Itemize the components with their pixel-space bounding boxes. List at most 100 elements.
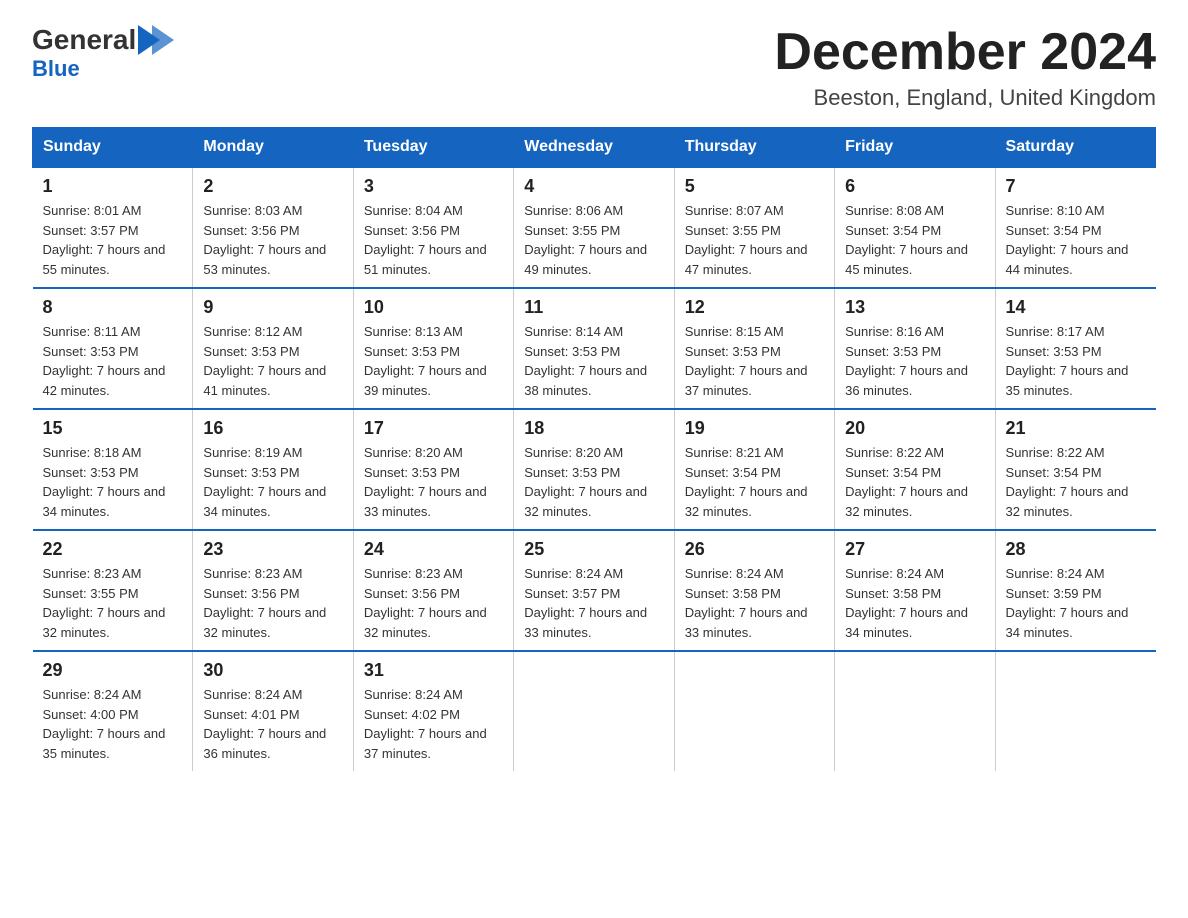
day-number: 24 <box>364 539 503 560</box>
calendar-cell <box>995 651 1155 771</box>
day-number: 1 <box>43 176 183 197</box>
calendar-cell: 15 Sunrise: 8:18 AMSunset: 3:53 PMDaylig… <box>33 409 193 530</box>
weekday-header-sunday: Sunday <box>33 128 193 168</box>
calendar-cell: 26 Sunrise: 8:24 AMSunset: 3:58 PMDaylig… <box>674 530 834 651</box>
calendar-cell <box>674 651 834 771</box>
calendar-cell: 17 Sunrise: 8:20 AMSunset: 3:53 PMDaylig… <box>353 409 513 530</box>
day-info: Sunrise: 8:15 AMSunset: 3:53 PMDaylight:… <box>685 324 808 398</box>
week-row-4: 22 Sunrise: 8:23 AMSunset: 3:55 PMDaylig… <box>33 530 1156 651</box>
day-number: 2 <box>203 176 342 197</box>
week-row-5: 29 Sunrise: 8:24 AMSunset: 4:00 PMDaylig… <box>33 651 1156 771</box>
day-number: 21 <box>1006 418 1146 439</box>
day-info: Sunrise: 8:24 AMSunset: 3:58 PMDaylight:… <box>845 566 968 640</box>
week-row-1: 1 Sunrise: 8:01 AMSunset: 3:57 PMDayligh… <box>33 167 1156 288</box>
day-info: Sunrise: 8:10 AMSunset: 3:54 PMDaylight:… <box>1006 203 1129 277</box>
day-info: Sunrise: 8:21 AMSunset: 3:54 PMDaylight:… <box>685 445 808 519</box>
day-info: Sunrise: 8:17 AMSunset: 3:53 PMDaylight:… <box>1006 324 1129 398</box>
logo-blue-text: Blue <box>32 56 80 82</box>
day-info: Sunrise: 8:22 AMSunset: 3:54 PMDaylight:… <box>1006 445 1129 519</box>
logo-arrow-icon <box>138 25 174 55</box>
calendar-cell: 23 Sunrise: 8:23 AMSunset: 3:56 PMDaylig… <box>193 530 353 651</box>
calendar-cell: 14 Sunrise: 8:17 AMSunset: 3:53 PMDaylig… <box>995 288 1155 409</box>
day-number: 26 <box>685 539 824 560</box>
calendar-cell: 13 Sunrise: 8:16 AMSunset: 3:53 PMDaylig… <box>835 288 995 409</box>
day-number: 22 <box>43 539 183 560</box>
day-number: 20 <box>845 418 984 439</box>
day-info: Sunrise: 8:19 AMSunset: 3:53 PMDaylight:… <box>203 445 326 519</box>
day-info: Sunrise: 8:06 AMSunset: 3:55 PMDaylight:… <box>524 203 647 277</box>
day-number: 14 <box>1006 297 1146 318</box>
calendar-cell: 4 Sunrise: 8:06 AMSunset: 3:55 PMDayligh… <box>514 167 674 288</box>
weekday-header-monday: Monday <box>193 128 353 168</box>
calendar-cell: 19 Sunrise: 8:21 AMSunset: 3:54 PMDaylig… <box>674 409 834 530</box>
day-number: 15 <box>43 418 183 439</box>
day-number: 9 <box>203 297 342 318</box>
calendar-cell: 21 Sunrise: 8:22 AMSunset: 3:54 PMDaylig… <box>995 409 1155 530</box>
day-info: Sunrise: 8:16 AMSunset: 3:53 PMDaylight:… <box>845 324 968 398</box>
weekday-header-thursday: Thursday <box>674 128 834 168</box>
day-info: Sunrise: 8:24 AMSunset: 3:59 PMDaylight:… <box>1006 566 1129 640</box>
weekday-header-row: SundayMondayTuesdayWednesdayThursdayFrid… <box>33 128 1156 168</box>
day-number: 13 <box>845 297 984 318</box>
calendar-cell: 28 Sunrise: 8:24 AMSunset: 3:59 PMDaylig… <box>995 530 1155 651</box>
day-info: Sunrise: 8:13 AMSunset: 3:53 PMDaylight:… <box>364 324 487 398</box>
day-info: Sunrise: 8:01 AMSunset: 3:57 PMDaylight:… <box>43 203 166 277</box>
calendar-cell: 11 Sunrise: 8:14 AMSunset: 3:53 PMDaylig… <box>514 288 674 409</box>
calendar-cell: 6 Sunrise: 8:08 AMSunset: 3:54 PMDayligh… <box>835 167 995 288</box>
calendar-cell: 9 Sunrise: 8:12 AMSunset: 3:53 PMDayligh… <box>193 288 353 409</box>
day-number: 17 <box>364 418 503 439</box>
day-info: Sunrise: 8:23 AMSunset: 3:55 PMDaylight:… <box>43 566 166 640</box>
calendar-cell: 5 Sunrise: 8:07 AMSunset: 3:55 PMDayligh… <box>674 167 834 288</box>
title-block: December 2024 Beeston, England, United K… <box>774 24 1156 111</box>
calendar-cell: 2 Sunrise: 8:03 AMSunset: 3:56 PMDayligh… <box>193 167 353 288</box>
calendar-cell: 12 Sunrise: 8:15 AMSunset: 3:53 PMDaylig… <box>674 288 834 409</box>
calendar-cell: 22 Sunrise: 8:23 AMSunset: 3:55 PMDaylig… <box>33 530 193 651</box>
location-title: Beeston, England, United Kingdom <box>774 85 1156 111</box>
day-info: Sunrise: 8:23 AMSunset: 3:56 PMDaylight:… <box>364 566 487 640</box>
day-number: 3 <box>364 176 503 197</box>
day-number: 11 <box>524 297 663 318</box>
day-info: Sunrise: 8:03 AMSunset: 3:56 PMDaylight:… <box>203 203 326 277</box>
calendar-cell: 29 Sunrise: 8:24 AMSunset: 4:00 PMDaylig… <box>33 651 193 771</box>
day-number: 4 <box>524 176 663 197</box>
day-info: Sunrise: 8:04 AMSunset: 3:56 PMDaylight:… <box>364 203 487 277</box>
day-info: Sunrise: 8:24 AMSunset: 3:57 PMDaylight:… <box>524 566 647 640</box>
calendar-cell: 18 Sunrise: 8:20 AMSunset: 3:53 PMDaylig… <box>514 409 674 530</box>
logo: General Blue <box>32 24 174 82</box>
day-info: Sunrise: 8:20 AMSunset: 3:53 PMDaylight:… <box>524 445 647 519</box>
calendar-cell: 24 Sunrise: 8:23 AMSunset: 3:56 PMDaylig… <box>353 530 513 651</box>
day-number: 5 <box>685 176 824 197</box>
calendar-cell: 31 Sunrise: 8:24 AMSunset: 4:02 PMDaylig… <box>353 651 513 771</box>
day-info: Sunrise: 8:12 AMSunset: 3:53 PMDaylight:… <box>203 324 326 398</box>
weekday-header-friday: Friday <box>835 128 995 168</box>
day-info: Sunrise: 8:20 AMSunset: 3:53 PMDaylight:… <box>364 445 487 519</box>
day-number: 31 <box>364 660 503 681</box>
day-number: 8 <box>43 297 183 318</box>
day-number: 29 <box>43 660 183 681</box>
day-info: Sunrise: 8:22 AMSunset: 3:54 PMDaylight:… <box>845 445 968 519</box>
calendar-table: SundayMondayTuesdayWednesdayThursdayFrid… <box>32 127 1156 771</box>
day-number: 10 <box>364 297 503 318</box>
weekday-header-tuesday: Tuesday <box>353 128 513 168</box>
day-info: Sunrise: 8:18 AMSunset: 3:53 PMDaylight:… <box>43 445 166 519</box>
calendar-cell: 20 Sunrise: 8:22 AMSunset: 3:54 PMDaylig… <box>835 409 995 530</box>
day-info: Sunrise: 8:24 AMSunset: 4:00 PMDaylight:… <box>43 687 166 761</box>
day-info: Sunrise: 8:08 AMSunset: 3:54 PMDaylight:… <box>845 203 968 277</box>
day-number: 16 <box>203 418 342 439</box>
day-number: 18 <box>524 418 663 439</box>
day-number: 25 <box>524 539 663 560</box>
calendar-cell: 1 Sunrise: 8:01 AMSunset: 3:57 PMDayligh… <box>33 167 193 288</box>
calendar-cell: 10 Sunrise: 8:13 AMSunset: 3:53 PMDaylig… <box>353 288 513 409</box>
calendar-cell: 8 Sunrise: 8:11 AMSunset: 3:53 PMDayligh… <box>33 288 193 409</box>
day-number: 7 <box>1006 176 1146 197</box>
day-info: Sunrise: 8:23 AMSunset: 3:56 PMDaylight:… <box>203 566 326 640</box>
day-number: 23 <box>203 539 342 560</box>
month-title: December 2024 <box>774 24 1156 81</box>
day-number: 19 <box>685 418 824 439</box>
day-info: Sunrise: 8:24 AMSunset: 4:01 PMDaylight:… <box>203 687 326 761</box>
day-number: 30 <box>203 660 342 681</box>
weekday-header-saturday: Saturday <box>995 128 1155 168</box>
logo-general-text: General <box>32 24 136 56</box>
day-info: Sunrise: 8:07 AMSunset: 3:55 PMDaylight:… <box>685 203 808 277</box>
day-info: Sunrise: 8:14 AMSunset: 3:53 PMDaylight:… <box>524 324 647 398</box>
